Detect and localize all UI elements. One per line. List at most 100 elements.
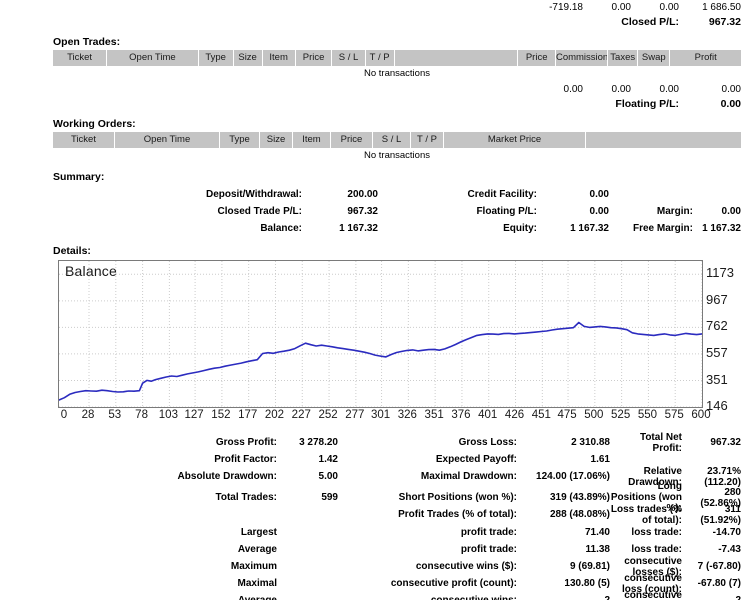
x-tick-label: 326 xyxy=(398,409,417,421)
balance-chart: Balance 1173967762557351146 028537810312… xyxy=(58,260,741,423)
y-tick-label: 557 xyxy=(706,345,728,360)
average-consec-label: Average xyxy=(53,595,283,600)
chart-gridlines xyxy=(59,261,702,407)
wo-col-item: Item xyxy=(293,132,331,148)
open-total-profit: 0.00 xyxy=(679,84,741,95)
credit-facility-label: Credit Facility: xyxy=(378,189,543,200)
col-size: Size xyxy=(234,50,263,66)
average-label: Average xyxy=(53,544,283,555)
x-tick-label: 28 xyxy=(82,409,95,421)
expected-payoff-label: Expected Payoff: xyxy=(338,454,523,465)
balance-label: Balance: xyxy=(53,223,308,234)
absolute-drawdown-label: Absolute Drawdown: xyxy=(53,471,283,482)
summary-title: Summary: xyxy=(53,171,104,183)
col-price-open: Price xyxy=(296,50,333,66)
margin-value: 0.00 xyxy=(699,206,741,217)
largest-label: Largest xyxy=(53,527,283,538)
total-net-profit-value: 967.32 xyxy=(688,437,741,448)
summary-row: Deposit/Withdrawal: 200.00 Credit Facili… xyxy=(53,186,741,203)
closed-pl-label: Closed P/L: xyxy=(559,16,679,28)
average-consecutive-losses-value: 2 xyxy=(688,595,741,600)
total-trades-label: Total Trades: xyxy=(53,492,283,503)
col-commission: Commission xyxy=(556,50,608,66)
x-tick-label: 475 xyxy=(557,409,576,421)
floating-pl-summary-label: Floating P/L: xyxy=(378,206,543,217)
y-tick-label: 1173 xyxy=(706,265,734,280)
wo-col-size: Size xyxy=(260,132,293,148)
x-tick-label: 127 xyxy=(185,409,204,421)
closed-trades-totals: -719.18 0.00 0.00 1 686.50 Closed P/L: 9… xyxy=(0,2,741,28)
x-tick-label: 252 xyxy=(318,409,337,421)
stats-row: Profit Trades (% of total): 288 (48.08%)… xyxy=(53,506,741,523)
largest-loss-trade-value: -14.70 xyxy=(688,527,741,538)
summary-row: Closed Trade P/L: 967.32 Floating P/L: 0… xyxy=(53,203,741,220)
equity-label: Equity: xyxy=(378,223,543,234)
wo-col-price: Price xyxy=(331,132,373,148)
open-trades-header-row: Ticket Open Time Type Size Item Price S … xyxy=(53,50,741,66)
loss-trades-value: 311 (51.92%) xyxy=(688,504,741,526)
maximal-consecutive-profit-value: 130.80 (5) xyxy=(523,578,610,589)
closed-totals-row: -719.18 0.00 0.00 1 686.50 xyxy=(0,2,741,13)
profit-factor-label: Profit Factor: xyxy=(53,454,283,465)
largest-profit-trade-label: profit trade: xyxy=(338,527,523,538)
chart-title: Balance xyxy=(65,263,117,279)
wo-col-market-price: Market Price xyxy=(444,132,586,148)
chart-svg xyxy=(59,261,702,407)
floating-pl-value: 0.00 xyxy=(679,98,741,110)
open-total-swap: 0.00 xyxy=(631,84,679,95)
short-positions-label: Short Positions (won %): xyxy=(338,492,523,503)
wo-col-ticket: Ticket xyxy=(53,132,115,148)
open-totals-row: 0.00 0.00 0.00 0.00 xyxy=(0,84,741,95)
maximal-label: Maximal xyxy=(53,578,283,589)
profit-trades-value: 288 (48.08%) xyxy=(523,509,610,520)
wo-col-type: Type xyxy=(220,132,260,148)
col-item: Item xyxy=(263,50,296,66)
account-statement-report: -719.18 0.00 0.00 1 686.50 Closed P/L: 9… xyxy=(0,0,753,600)
absolute-drawdown-value: 5.00 xyxy=(283,471,338,482)
x-tick-label: 525 xyxy=(611,409,630,421)
gross-profit-value: 3 278.20 xyxy=(283,437,338,448)
x-tick-label: 301 xyxy=(371,409,390,421)
deposit-withdrawal-label: Deposit/Withdrawal: xyxy=(53,189,308,200)
free-margin-label: Free Margin: xyxy=(609,223,699,234)
gross-profit-label: Gross Profit: xyxy=(53,437,283,448)
x-tick-label: 500 xyxy=(584,409,603,421)
x-tick-label: 401 xyxy=(478,409,497,421)
x-tick-label: 152 xyxy=(211,409,230,421)
profit-trades-label: Profit Trades (% of total): xyxy=(338,509,523,520)
total-net-profit-label: Total Net Profit: xyxy=(610,432,688,454)
closed-total-swap: 0.00 xyxy=(631,2,679,13)
x-tick-label: 78 xyxy=(135,409,148,421)
gross-loss-label: Gross Loss: xyxy=(338,437,523,448)
closed-total-taxes: 0.00 xyxy=(583,2,631,13)
wo-col-open-time: Open Time xyxy=(115,132,220,148)
max-consecutive-losses-value: 7 (-67.80) xyxy=(688,561,741,572)
col-price-close: Price xyxy=(518,50,556,66)
col-open-time: Open Time xyxy=(107,50,199,66)
maximal-consecutive-profit-label: consecutive profit (count): xyxy=(338,578,523,589)
stats-block-profit: Gross Profit: 3 278.20 Gross Loss: 2 310… xyxy=(53,434,741,485)
balance-series-line xyxy=(59,323,702,401)
x-tick-label: 227 xyxy=(292,409,311,421)
chart-y-axis-labels: 1173967762557351146 xyxy=(706,260,746,408)
working-orders-title: Working Orders: xyxy=(53,118,136,130)
open-trades-totals: 0.00 0.00 0.00 0.00 Floating P/L: 0.00 xyxy=(0,84,741,110)
col-type: Type xyxy=(199,50,234,66)
loss-trades-label: Loss trades (% of total): xyxy=(610,504,688,526)
col-swap: Swap xyxy=(638,50,670,66)
x-tick-label: 575 xyxy=(665,409,684,421)
stats-block-extremes: Largest profit trade: 71.40 loss trade: … xyxy=(53,524,741,600)
open-total-taxes: 0.00 xyxy=(583,84,631,95)
open-trades-title: Open Trades: xyxy=(53,36,120,48)
deposit-withdrawal-value: 200.00 xyxy=(308,189,378,200)
closed-trade-pl-value: 967.32 xyxy=(308,206,378,217)
x-tick-label: 550 xyxy=(638,409,657,421)
average-loss-trade-label: loss trade: xyxy=(610,544,688,555)
x-tick-label: 376 xyxy=(451,409,470,421)
equity-value: 1 167.32 xyxy=(543,223,609,234)
maximal-drawdown-label: Maximal Drawdown: xyxy=(338,471,523,482)
floating-pl-row: Floating P/L: 0.00 xyxy=(0,98,741,110)
col-take-profit: T / P xyxy=(366,50,395,66)
x-tick-label: 600 xyxy=(691,409,710,421)
average-loss-trade-value: -7.43 xyxy=(688,544,741,555)
